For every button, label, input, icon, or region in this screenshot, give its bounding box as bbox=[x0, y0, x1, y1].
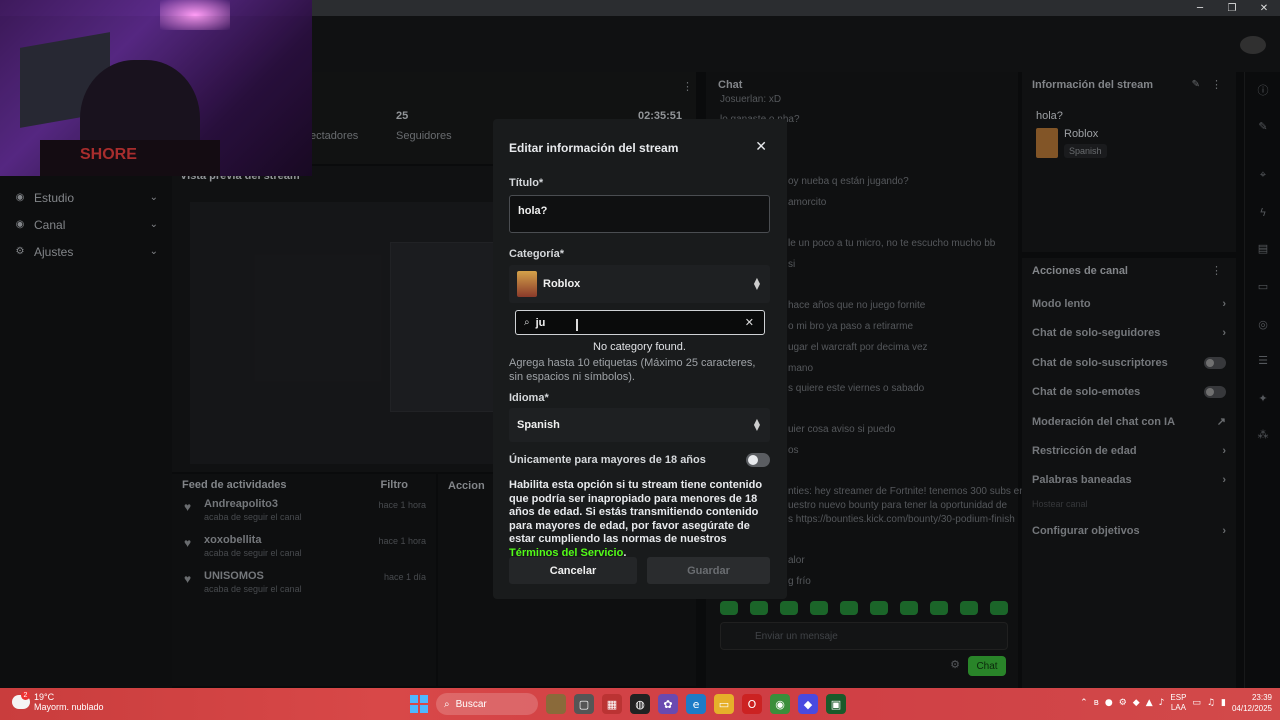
microphone-icon[interactable]: ♪ bbox=[1159, 698, 1165, 708]
category-select[interactable]: Roblox ▲ ▼ bbox=[509, 265, 770, 303]
language-select[interactable]: Spanish ▲ ▼ bbox=[509, 408, 770, 442]
window-controls: ─ ❐ ✕ bbox=[1184, 0, 1280, 16]
search-icon: ⌕ bbox=[524, 317, 530, 328]
tray-app-icon[interactable]: ● bbox=[1105, 698, 1113, 708]
weather-widget[interactable]: 2 19°C Mayorm. nublado bbox=[12, 691, 104, 712]
tray-app-icon[interactable]: ◆ bbox=[1133, 698, 1140, 708]
search-icon: ⌕ bbox=[444, 698, 450, 710]
edit-stream-modal: Editar información del stream ✕ Título* … bbox=[493, 119, 787, 599]
adult-description: Habilita esta opción si tu stream tiene … bbox=[509, 479, 770, 560]
sort-arrows-icon: ▲ ▼ bbox=[753, 276, 760, 291]
category-search-input[interactable]: ⌕ ju ✕ bbox=[515, 310, 765, 335]
store-icon[interactable]: ▦ bbox=[602, 694, 622, 714]
tray-app-icon[interactable]: ⚙ bbox=[1119, 698, 1127, 708]
taskbar-search[interactable]: ⌕ Buscar bbox=[436, 693, 538, 715]
chevron-up-icon[interactable]: ⌃ bbox=[1080, 698, 1088, 708]
clock-date: 04/12/2025 bbox=[1231, 704, 1272, 713]
sort-arrows-icon: ▲ ▼ bbox=[753, 417, 760, 432]
widget-app-icon[interactable] bbox=[546, 694, 566, 714]
title-input[interactable]: hola? bbox=[509, 195, 770, 233]
weather-desc: Mayorm. nublado bbox=[34, 702, 104, 712]
taskbar-apps: ⌕ Buscar ▢ ▦ ◍ ✿ e ▭ O ◉ ◆ ▣ bbox=[410, 693, 846, 715]
windows-taskbar: 2 19°C Mayorm. nublado ⌕ Buscar ▢ ▦ ◍ ✿ e… bbox=[0, 688, 1280, 720]
steam-icon[interactable]: ◍ bbox=[630, 694, 650, 714]
no-category-message: No category found. bbox=[593, 341, 686, 353]
lang-top: ESP bbox=[1170, 693, 1187, 702]
windows-start-icon[interactable] bbox=[410, 695, 428, 713]
category-label: Categoría* bbox=[509, 248, 565, 260]
adult-only-toggle[interactable] bbox=[746, 453, 770, 467]
discord-like-icon[interactable]: ◆ bbox=[798, 694, 818, 714]
chrome-icon[interactable]: ◉ bbox=[770, 694, 790, 714]
close-window-button[interactable]: ✕ bbox=[1248, 0, 1280, 16]
minimize-button[interactable]: ─ bbox=[1184, 0, 1216, 16]
edge-icon[interactable]: e bbox=[686, 694, 706, 714]
display-icon[interactable]: ▭ bbox=[1192, 698, 1201, 708]
adult-description-text: Habilita esta opción si tu stream tiene … bbox=[509, 479, 763, 545]
save-button[interactable]: Guardar bbox=[647, 557, 770, 584]
close-icon[interactable]: ✕ bbox=[755, 139, 767, 155]
lang-bottom: LAA bbox=[1170, 703, 1186, 712]
cancel-button[interactable]: Cancelar bbox=[509, 557, 637, 584]
opera-icon[interactable]: O bbox=[742, 694, 762, 714]
kick-app-icon[interactable]: ▣ bbox=[826, 694, 846, 714]
system-tray: ⌃ ʙ ● ⚙ ◆ ▲ ♪ ESP LAA ▭ ♫ ▮ 23:39 04/12/20… bbox=[1080, 692, 1272, 714]
bluetooth-icon[interactable]: ʙ bbox=[1094, 698, 1099, 708]
folder-icon[interactable]: ▭ bbox=[714, 694, 734, 714]
tags-hint: Agrega hasta 10 etiquetas (Máximo 25 car… bbox=[509, 357, 756, 383]
title-label: Título* bbox=[509, 177, 544, 189]
category-search-value: ju bbox=[535, 316, 546, 329]
clock-time: 23:39 bbox=[1251, 693, 1272, 702]
weather-badge: 2 bbox=[21, 691, 30, 700]
language-value: Spanish bbox=[517, 419, 560, 431]
task-view-icon[interactable]: ▢ bbox=[574, 694, 594, 714]
maximize-button[interactable]: ❐ bbox=[1216, 0, 1248, 16]
category-value: Roblox bbox=[543, 278, 581, 290]
clear-icon[interactable]: ✕ bbox=[745, 316, 754, 329]
language-label: Idioma* bbox=[509, 392, 549, 404]
photos-icon[interactable]: ✿ bbox=[658, 694, 678, 714]
tray-app-icon[interactable]: ▲ bbox=[1146, 698, 1153, 708]
battery-icon[interactable]: ▮ bbox=[1221, 698, 1226, 708]
text-cursor-icon bbox=[576, 319, 578, 331]
clock[interactable]: 23:39 04/12/2025 bbox=[1232, 692, 1272, 714]
cloud-icon: 2 bbox=[12, 691, 30, 709]
roblox-thumbnail bbox=[517, 271, 537, 297]
volume-icon[interactable]: ♫ bbox=[1207, 698, 1215, 708]
temperature: 19°C bbox=[34, 692, 55, 702]
language-indicator[interactable]: ESP LAA bbox=[1170, 693, 1186, 713]
adult-only-label: Únicamente para mayores de 18 años bbox=[509, 454, 706, 466]
taskbar-search-label: Buscar bbox=[455, 698, 487, 710]
modal-title: Editar información del stream bbox=[509, 141, 679, 155]
